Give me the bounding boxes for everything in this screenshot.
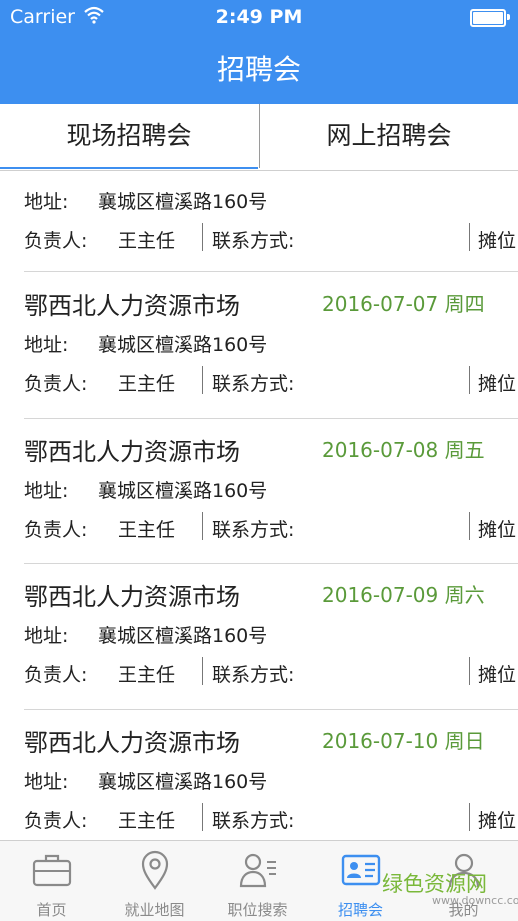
divider xyxy=(202,803,203,831)
page-title: 招聘会 xyxy=(216,53,301,86)
id-card-icon xyxy=(341,854,381,886)
booth-label: 摊位 xyxy=(478,664,517,686)
fair-date: 2016-07-08 周五 xyxy=(322,438,485,462)
divider xyxy=(202,657,203,685)
manager-label: 负责人: xyxy=(24,519,88,541)
battery-icon xyxy=(470,9,510,27)
tab-job-map-label: 就业地图 xyxy=(124,901,185,919)
address-label: 地址: xyxy=(24,771,69,793)
tab-job-fair-label: 招聘会 xyxy=(337,901,383,919)
manager-value: 王主任 xyxy=(118,373,176,395)
divider xyxy=(202,512,203,540)
tab-job-map[interactable]: 就业地图 xyxy=(103,841,206,921)
row-separator xyxy=(24,271,518,272)
manager-value: 王主任 xyxy=(118,810,176,832)
divider xyxy=(469,657,470,685)
contact-label: 联系方式: xyxy=(212,373,295,395)
booth-label: 摊位 xyxy=(478,810,517,832)
clock: 2:49 PM xyxy=(215,6,303,28)
manager-value: 王主任 xyxy=(118,230,176,252)
divider xyxy=(202,366,203,394)
tab-job-search[interactable]: 职位搜索 xyxy=(206,841,309,921)
map-pin-icon xyxy=(141,850,169,890)
row-separator xyxy=(24,709,518,710)
fair-date: 2016-07-10 周日 xyxy=(322,729,485,753)
fair-date: 2016-07-09 周六 xyxy=(322,583,485,607)
manager-value: 王主任 xyxy=(118,519,176,541)
address-value: 襄城区檀溪路160号 xyxy=(98,480,268,502)
divider xyxy=(469,803,470,831)
address-value: 襄城区檀溪路160号 xyxy=(98,334,268,356)
booth-label: 摊位 xyxy=(478,230,517,252)
address-value: 襄城区檀溪路160号 xyxy=(98,771,268,793)
manager-value: 王主任 xyxy=(118,664,176,686)
fair-name: 鄂西北人力资源市场 xyxy=(24,438,240,466)
tab-home[interactable]: 首页 xyxy=(0,841,103,921)
fair-list[interactable]: 地址: 襄城区檀溪路160号 负责人: 王主任 联系方式: 摊位 鄂西北人力资源… xyxy=(0,171,518,840)
address-label: 地址: xyxy=(24,625,69,647)
tab-job-search-label: 职位搜索 xyxy=(227,901,288,919)
app-header: Carrier 2:49 PM 招聘会 xyxy=(0,0,518,104)
fair-date: 2016-07-07 周四 xyxy=(322,292,485,316)
watermark-url: www.downcc.com xyxy=(432,894,518,907)
fair-name: 鄂西北人力资源市场 xyxy=(24,729,240,757)
tab-onsite-fair[interactable]: 现场招聘会 xyxy=(0,104,258,169)
fair-name: 鄂西北人力资源市场 xyxy=(24,292,240,320)
tab-online-fair[interactable]: 网上招聘会 xyxy=(259,104,518,168)
divider xyxy=(469,366,470,394)
booth-label: 摊位 xyxy=(478,519,517,541)
person-search-icon xyxy=(239,853,276,888)
divider xyxy=(469,223,470,251)
segment-tabs: 现场招聘会 网上招聘会 xyxy=(0,104,518,171)
row-separator xyxy=(24,563,518,564)
manager-label: 负责人: xyxy=(24,373,88,395)
address-label: 地址: xyxy=(24,334,69,356)
divider xyxy=(469,512,470,540)
contact-label: 联系方式: xyxy=(212,230,295,252)
address-value: 襄城区檀溪路160号 xyxy=(98,625,268,647)
contact-label: 联系方式: xyxy=(212,810,295,832)
tab-home-label: 首页 xyxy=(36,901,67,919)
briefcase-icon xyxy=(32,854,72,887)
manager-label: 负责人: xyxy=(24,664,88,686)
booth-label: 摊位 xyxy=(478,373,517,395)
status-bar: Carrier 2:49 PM xyxy=(0,0,518,34)
address-label: 地址: xyxy=(24,480,69,502)
address-label: 地址: xyxy=(24,191,69,213)
address-value: 襄城区檀溪路160号 xyxy=(98,191,268,213)
manager-label: 负责人: xyxy=(24,810,88,832)
manager-label: 负责人: xyxy=(24,230,88,252)
divider xyxy=(202,223,203,251)
contact-label: 联系方式: xyxy=(212,519,295,541)
row-separator xyxy=(24,418,518,419)
fair-name: 鄂西北人力资源市场 xyxy=(24,583,240,611)
contact-label: 联系方式: xyxy=(212,664,295,686)
